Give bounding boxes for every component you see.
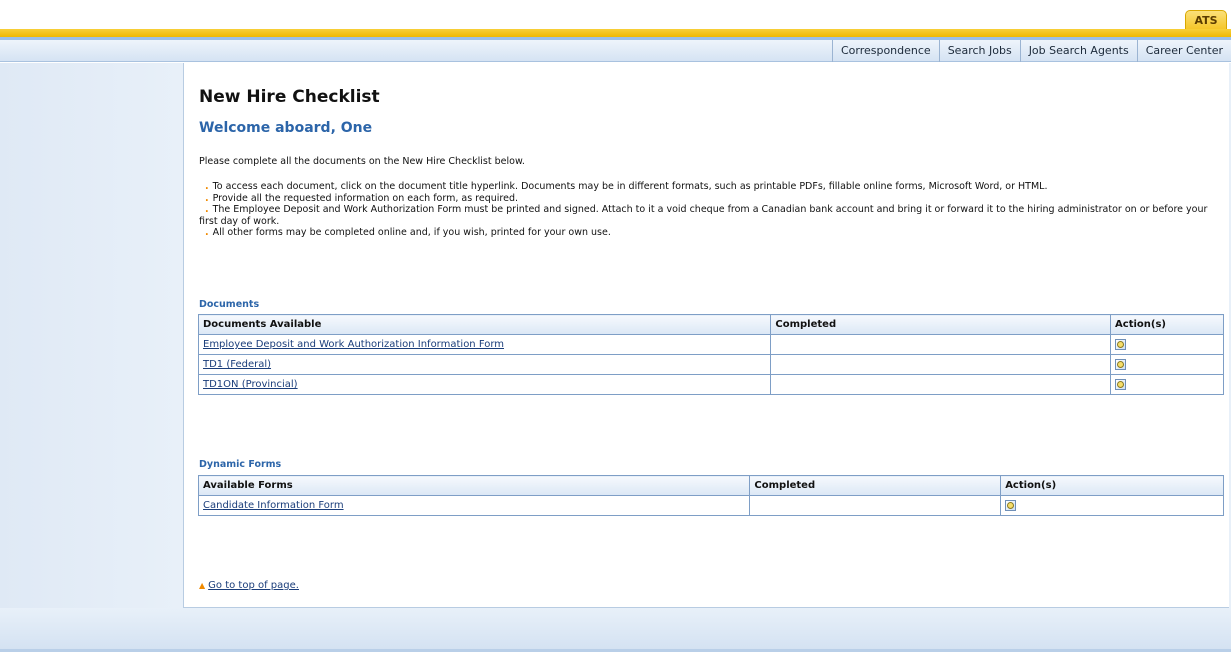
view-document-icon[interactable]	[1115, 358, 1127, 370]
documents-table: Documents Available Completed Action(s) …	[197, 314, 1224, 395]
page-title: New Hire Checklist	[199, 87, 380, 107]
table-header-row: Available Forms Completed Action(s)	[197, 475, 1224, 496]
form-link[interactable]: Candidate Information Form	[203, 500, 344, 511]
table-row: Candidate Information Form	[197, 495, 1224, 516]
main-nav: Correspondence Search Jobs Job Search Ag…	[0, 40, 1231, 62]
table-row: TD1ON (Provincial)	[197, 374, 1224, 395]
instruction-item: . Provide all the requested information o…	[199, 193, 1219, 205]
instruction-text: All other forms may be completed online …	[212, 227, 611, 238]
go-to-top-link[interactable]: Go to top of page.	[208, 580, 299, 591]
table-header-row: Documents Available Completed Action(s)	[197, 314, 1224, 335]
column-header-documents: Documents Available	[197, 314, 772, 335]
go-to-top: ▲ Go to top of page.	[199, 580, 299, 591]
column-header-forms: Available Forms	[197, 475, 751, 496]
up-arrow-icon: ▲	[199, 581, 206, 590]
intro-text: Please complete all the documents on the…	[199, 156, 525, 167]
column-header-completed: Completed	[770, 314, 1112, 335]
nav-correspondence[interactable]: Correspondence	[831, 40, 939, 62]
header-gold-strip	[0, 29, 1231, 37]
completed-cell	[770, 354, 1112, 375]
top-bar: ATS	[0, 0, 1231, 40]
table-row: TD1 (Federal)	[197, 354, 1224, 375]
document-link[interactable]: Employee Deposit and Work Authorization …	[203, 339, 504, 350]
view-document-icon[interactable]	[1115, 338, 1127, 350]
column-header-actions: Action(s)	[1110, 314, 1224, 335]
view-document-icon[interactable]	[1005, 499, 1017, 511]
completed-cell	[770, 334, 1112, 355]
document-link[interactable]: TD1 (Federal)	[203, 359, 271, 370]
instruction-text: To access each document, click on the do…	[212, 181, 1048, 192]
instruction-text: The Employee Deposit and Work Authorizat…	[199, 204, 1208, 227]
dynamic-forms-table: Available Forms Completed Action(s) Cand…	[197, 475, 1224, 516]
bullet-icon: .	[205, 192, 209, 204]
table-row: Employee Deposit and Work Authorization …	[197, 334, 1224, 355]
nav-career-center[interactable]: Career Center	[1136, 40, 1231, 62]
bullet-icon: .	[205, 204, 209, 215]
instruction-list: . To access each document, click on the d…	[199, 181, 1219, 239]
completed-cell	[770, 374, 1112, 395]
left-sidebar	[0, 63, 183, 650]
instruction-item: . All other forms may be completed online…	[199, 227, 1219, 239]
document-link[interactable]: TD1ON (Provincial)	[203, 379, 298, 390]
column-header-completed: Completed	[749, 475, 1002, 496]
documents-section-label: Documents	[199, 299, 260, 310]
bullet-icon: .	[205, 181, 209, 192]
welcome-heading: Welcome aboard, One	[199, 120, 373, 136]
view-document-icon[interactable]	[1115, 378, 1127, 390]
nav-job-search-agents[interactable]: Job Search Agents	[1019, 40, 1137, 62]
instruction-item: . To access each document, click on the d…	[199, 181, 1219, 193]
completed-cell	[749, 495, 1002, 516]
instruction-text: Provide all the requested information on…	[212, 192, 519, 204]
footer-band	[0, 608, 1231, 650]
bullet-icon: .	[205, 227, 209, 238]
instruction-item: . The Employee Deposit and Work Authoriza…	[199, 204, 1219, 227]
main-content: New Hire Checklist Welcome aboard, One P…	[183, 63, 1229, 608]
column-header-actions: Action(s)	[1000, 475, 1224, 496]
nav-search-jobs[interactable]: Search Jobs	[938, 40, 1020, 62]
dynamic-forms-section-label: Dynamic Forms	[199, 459, 282, 470]
